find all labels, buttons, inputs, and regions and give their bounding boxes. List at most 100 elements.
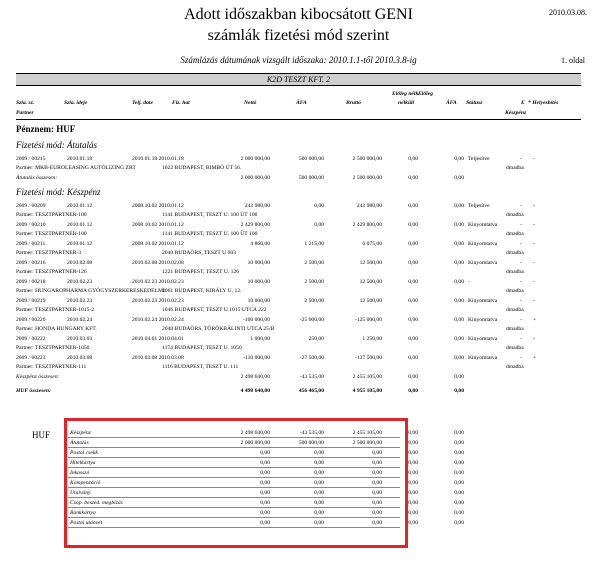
invoice-vat: -27 500,00 [299,355,324,361]
summary-row-gross: 0,00 [372,510,382,516]
summary-row-vat: 500 000,00 [298,440,324,446]
invoice-gross: 6 075,00 [362,241,382,247]
summary-row-vat: 0,00 [314,450,324,456]
invoice-mark2: - [533,279,535,285]
invoice-gross: -137 500,00 [354,355,382,361]
summary-row-adv-net: 0,00 [408,440,418,446]
summary-row-net: 0,00 [260,490,270,496]
summary-row-net: 2 498 640,00 [240,430,270,436]
summary-row-adv-net: 0,00 [408,520,418,526]
invoice-perf-due: 2010.02.23 2010.02.23 [132,298,184,304]
grand-total-net: 4 498 640,00 [240,388,270,394]
section-total-adv-vat: 0,00 [454,175,464,181]
invoice-status: Kinyomtatva [468,241,498,247]
invoice-number: 2009 / 00215 [16,156,46,162]
grand-total-adv-vat: 0,00 [454,388,464,394]
invoice-gross: 12 500,00 [359,260,382,266]
summary-row-divider [68,497,400,498]
invoice-mark2: - [533,298,535,304]
section-total-net: 2 498 640,00 [240,374,270,380]
summary-row-gross: 0,00 [372,500,382,506]
header-divider [16,119,581,120]
header-keszpenz: Készpénz [505,110,527,116]
invoice-number: 2009 / 00210 [16,222,46,228]
invoice-number: 2009 / 00220 [16,317,46,323]
summary-row-adv-net: 0,00 [408,430,418,436]
invoice-partner-address: 1116 BUDAPEST, TESZT U. 111 [162,364,239,370]
invoice-partner: Partner: HUNGAROPHARMA GYÓGYSZERKERESKED… [16,288,165,294]
summary-row-divider [68,527,400,528]
summary-row-adv-net: 0,00 [408,490,418,496]
report-period: Számlázás dátumának vizsgált időszaka: 2… [180,55,417,65]
invoice-gross: 242 980,00 [356,203,382,209]
invoice-advance-vat: 0,00 [454,222,464,228]
summary-row-divider [68,457,400,458]
invoice-date: 2010.01.18 [67,156,93,162]
invoice-perf-due: 2010.01.18 2010.01.18 [132,156,184,162]
invoice-partner-address: 1061 BUDAPEST, KIRÁLY U. 12. [162,288,242,294]
summary-row-net: 2 000 000,00 [240,440,270,446]
company-banner: K2D TESZT KFT. 2 [16,73,581,86]
invoice-vat: 0,00 [314,203,324,209]
summary-row-net: 0,00 [260,500,270,506]
header-e: E [521,100,525,106]
invoice-date: 2010.01.12 [67,203,93,209]
summary-row-adv-net: 0,00 [408,510,418,516]
summary-row-adv-net: 0,00 [408,460,418,466]
invoice-mark2: - [533,336,535,342]
section-total-vat: -43 535,00 [299,374,324,380]
section-total-gross: 2 500 000,00 [352,175,382,181]
invoice-mark1: - [520,222,522,228]
invoice-mark1: - [520,203,522,209]
invoice-advance-net: 0,00 [408,355,418,361]
summary-row-gross: 0,00 [372,450,382,456]
summary-row-net: 0,00 [260,510,270,516]
summary-row-label: Postai utánvét [70,520,103,526]
header-telj-date: Telj. date [132,100,153,106]
grand-total-adv-net: 0,00 [408,388,418,394]
section-total-net: 2 000 000,00 [240,175,270,181]
summary-row-vat: 0,00 [314,490,324,496]
invoice-perf-due: 2010.02.08 2010.02.08 [132,260,184,266]
invoice-date: 2010.02.08 [67,260,93,266]
invoice-vat: 0,00 [314,222,324,228]
invoice-status: Teljesítve [468,156,490,162]
invoice-vat: 1 215,00 [304,241,324,247]
summary-row-adv-vat: 0,00 [454,500,464,506]
summary-row-label: Készpénz [70,430,91,436]
section-total-label: Készpénz összesen: [16,374,60,380]
invoice-vat: 2 500,00 [304,279,324,285]
invoice-advance-vat: 0,00 [454,317,464,323]
invoice-partner: Partner: HONDA HUNGARY KFT. [16,326,97,332]
invoice-status: Kinyomtatva [468,222,498,228]
header-brutto: Bruttó [346,100,361,106]
summary-row-gross: 0,00 [372,480,382,486]
invoice-partner: Partner: MKB-EUROLEASING AUTÓLIZING ZRT [16,165,136,171]
invoice-partner-address: 2040 BUDAÖRS, TESZT U 603 [162,250,236,256]
summary-row-gross: 2 455 105,00 [352,430,382,436]
header-fiz-hat: Fiz. hat [172,100,190,106]
header-afa2: ÁFA [446,100,457,106]
summary-row-adv-vat: 0,00 [454,520,464,526]
invoice-date: 2010.02.23 [67,279,93,285]
invoice-partner-address: 1174 BUDAPEST, TESZT U. 1050 [162,345,242,351]
invoice-advance-net: 0,00 [408,317,418,323]
invoice-gross: 1 250,00 [362,336,382,342]
invoice-partner: Partner: TESZTPARTNER-126 [16,269,87,275]
report-title-line1: Adott időszakban kibocsátott GENI [184,6,413,23]
invoice-mark1: - [520,260,522,266]
invoice-payment: dmadba [506,250,524,256]
invoice-advance-vat: 0,00 [454,241,464,247]
invoice-date: 2010.03.03 [67,336,93,342]
summary-row-adv-vat: 0,00 [454,510,464,516]
invoice-number: 2009 / 00222 [16,336,46,342]
report-title-line2: számlák fizetési mód szerint [207,27,390,44]
summary-row-divider [68,437,400,438]
invoice-partner: Partner: TESZTPARTNER-100 [16,231,87,237]
invoice-perf-due: 2010.02.23 2010.02.23 [132,279,184,285]
invoice-payment: dmadba [506,326,524,332]
summary-row-vat: 0,00 [314,510,324,516]
invoice-payment: dmadba [506,364,524,370]
section-total-adv-net: 0,00 [408,374,418,380]
invoice-net: -100 000,00 [242,317,270,323]
